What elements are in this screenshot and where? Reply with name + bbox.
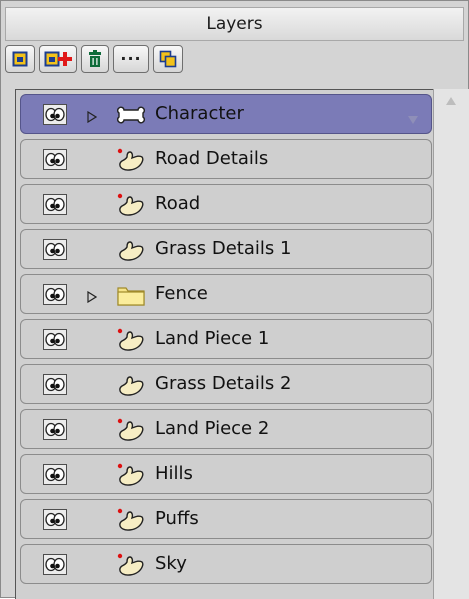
layer-row[interactable]: Land Piece 1 <box>20 319 432 359</box>
layer-row[interactable]: Road <box>20 184 432 224</box>
layer-name: Grass Details 2 <box>155 373 292 394</box>
visibility-toggle[interactable] <box>43 374 67 395</box>
scroll-up-arrow-icon <box>446 97 456 105</box>
visibility-toggle[interactable] <box>43 464 67 485</box>
layer-row[interactable]: Fence <box>20 274 432 314</box>
visibility-toggle[interactable] <box>43 239 67 260</box>
delete-layer-button[interactable] <box>81 45 109 73</box>
vector-layer-icon <box>116 463 146 491</box>
layer-row[interactable]: Puffs <box>20 499 432 539</box>
vector-layer-icon <box>116 328 146 356</box>
visibility-toggle[interactable] <box>43 419 67 440</box>
vector-layer-icon <box>116 553 146 581</box>
eye-icon <box>45 377 65 392</box>
eye-icon <box>45 107 65 122</box>
layer-row[interactable]: Character <box>20 94 432 134</box>
layers-panel: Layers ··· Character Road Details Road G… <box>0 0 469 599</box>
bone-layer-icon <box>116 103 146 131</box>
layer-name: Hills <box>155 463 193 484</box>
visibility-toggle[interactable] <box>43 284 67 305</box>
expand-toggle[interactable] <box>87 288 98 307</box>
expand-arrow-icon <box>87 110 98 124</box>
layer-row[interactable]: Grass Details 2 <box>20 364 432 404</box>
eye-icon <box>45 512 65 527</box>
visibility-toggle[interactable] <box>43 194 67 215</box>
layer-name: Grass Details 1 <box>155 238 292 259</box>
layer-name: Fence <box>155 283 208 304</box>
trash-icon <box>89 50 101 67</box>
layer-row[interactable]: Grass Details 1 <box>20 229 432 269</box>
duplicate-icon <box>159 50 177 68</box>
add-layer-icon <box>44 51 72 67</box>
expand-toggle[interactable] <box>87 108 98 127</box>
ellipsis-icon: ··· <box>120 49 142 68</box>
layer-name: Road <box>155 193 201 214</box>
vector-layer-icon <box>116 418 146 446</box>
layers-list: Character Road Details Road Grass Details 1… <box>15 89 433 599</box>
vector-layer-icon <box>116 373 146 401</box>
scrollbar[interactable] <box>433 89 469 599</box>
expand-arrow-icon <box>87 290 98 304</box>
layer-name: Sky <box>155 553 187 574</box>
vector-layer-icon <box>116 508 146 536</box>
scroll-up-button[interactable] <box>444 94 458 108</box>
layer-row[interactable]: Sky <box>20 544 432 584</box>
eye-icon <box>45 467 65 482</box>
layer-name: Puffs <box>155 508 199 529</box>
layer-name: Road Details <box>155 148 269 169</box>
visibility-toggle[interactable] <box>43 104 67 125</box>
vector-layer-icon <box>116 193 146 221</box>
layer-row[interactable]: Hills <box>20 454 432 494</box>
eye-icon <box>45 287 65 302</box>
chevron-down-icon <box>408 116 418 124</box>
visibility-toggle[interactable] <box>43 554 67 575</box>
new-layer-icon <box>12 51 28 67</box>
more-options-button[interactable]: ··· <box>113 45 149 73</box>
vector-layer-icon <box>116 148 146 176</box>
layer-name: Character <box>155 103 244 124</box>
add-layer-button[interactable] <box>39 45 77 73</box>
layer-options-dropdown[interactable] <box>407 110 419 129</box>
vector-layer-icon <box>116 238 146 266</box>
eye-icon <box>45 152 65 167</box>
layer-row[interactable]: Land Piece 2 <box>20 409 432 449</box>
layer-name: Land Piece 2 <box>155 418 270 439</box>
eye-icon <box>45 197 65 212</box>
visibility-toggle[interactable] <box>43 509 67 530</box>
visibility-toggle[interactable] <box>43 149 67 170</box>
layer-name: Land Piece 1 <box>155 328 270 349</box>
eye-icon <box>45 422 65 437</box>
duplicate-layer-button[interactable] <box>153 45 183 73</box>
visibility-toggle[interactable] <box>43 329 67 350</box>
new-layer-button[interactable] <box>5 45 35 73</box>
layer-row[interactable]: Road Details <box>20 139 432 179</box>
folder-icon <box>116 283 146 311</box>
eye-icon <box>45 332 65 347</box>
panel-title: Layers <box>5 7 464 41</box>
eye-icon <box>45 557 65 572</box>
eye-icon <box>45 242 65 257</box>
